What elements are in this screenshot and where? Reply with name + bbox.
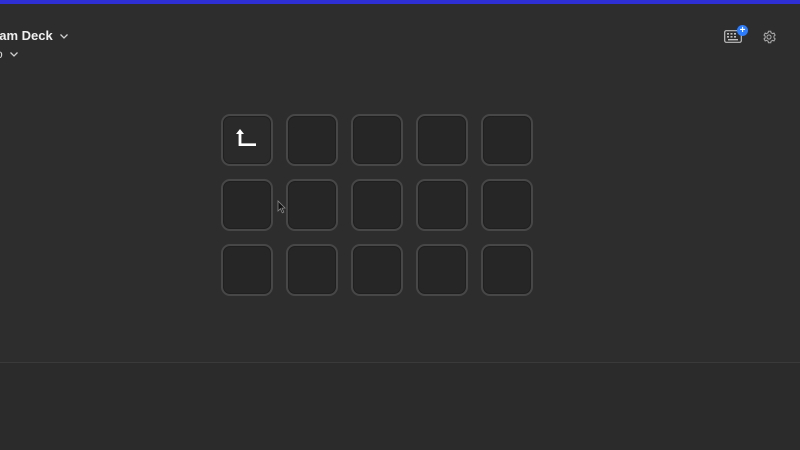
profile-name: o	[0, 47, 3, 61]
back-arrow-icon	[235, 127, 259, 154]
key-slot[interactable]	[286, 179, 338, 231]
key-slot[interactable]	[286, 114, 338, 166]
store-button[interactable]: +	[722, 25, 748, 48]
header: eam Deck o +	[0, 4, 800, 74]
settings-button[interactable]	[758, 30, 780, 48]
notification-badge: +	[737, 25, 748, 36]
key-slot[interactable]	[286, 244, 338, 296]
key-canvas	[0, 74, 800, 362]
profile-selector[interactable]: o	[0, 47, 19, 61]
key-slot[interactable]	[221, 179, 273, 231]
key-slot[interactable]	[221, 244, 273, 296]
gear-icon	[762, 30, 776, 49]
header-actions: +	[722, 25, 780, 48]
chevron-down-icon	[59, 31, 69, 41]
key-back[interactable]	[221, 114, 273, 166]
key-slot[interactable]	[481, 179, 533, 231]
key-slot[interactable]	[416, 114, 468, 166]
key-slot[interactable]	[481, 114, 533, 166]
device-name: eam Deck	[0, 28, 53, 43]
key-slot[interactable]	[351, 114, 403, 166]
property-inspector-panel	[0, 363, 800, 450]
chevron-down-icon	[9, 49, 19, 59]
key-slot[interactable]	[351, 179, 403, 231]
key-grid	[221, 114, 533, 296]
key-slot[interactable]	[416, 179, 468, 231]
key-slot[interactable]	[481, 244, 533, 296]
device-selector[interactable]: eam Deck	[0, 28, 69, 43]
key-slot[interactable]	[351, 244, 403, 296]
key-slot[interactable]	[416, 244, 468, 296]
mouse-cursor-icon	[277, 200, 286, 219]
